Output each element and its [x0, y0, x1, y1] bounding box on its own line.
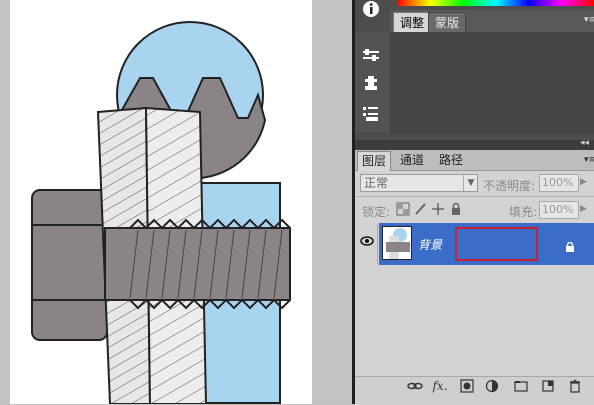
- color-spectrum[interactable]: [397, 0, 594, 6]
- lock-image-icon[interactable]: [413, 202, 427, 216]
- fill-label: 填充:: [509, 205, 538, 219]
- lock-label: 锁定:: [362, 205, 391, 219]
- new-group-icon[interactable]: [512, 378, 530, 394]
- chevron-down-icon[interactable]: ▼: [463, 175, 478, 191]
- eye-icon: [360, 236, 374, 246]
- tab-paths[interactable]: 路径: [435, 151, 467, 170]
- info-button[interactable]: [356, 0, 386, 22]
- fill-input[interactable]: 100%: [539, 201, 579, 219]
- add-mask-icon[interactable]: [458, 378, 476, 394]
- tool-presets-icon[interactable]: [360, 104, 382, 124]
- link-layers-icon[interactable]: [406, 378, 424, 394]
- divider: [355, 196, 594, 197]
- new-layer-icon[interactable]: [539, 378, 557, 394]
- lock-all-icon[interactable]: [449, 202, 463, 216]
- panel-collapse-bar[interactable]: [355, 140, 594, 150]
- clone-source-icon[interactable]: [360, 74, 382, 94]
- blend-mode-select[interactable]: 正常: [360, 174, 478, 192]
- document-image[interactable]: [10, 0, 312, 404]
- adjustment-layer-icon[interactable]: [483, 378, 501, 394]
- fill-dropdown-icon[interactable]: ▶: [580, 204, 587, 214]
- tab-masks[interactable]: 蒙版: [428, 12, 467, 33]
- layers-menu-icon[interactable]: ▾≡: [584, 155, 594, 165]
- visibility-toggle[interactable]: [357, 224, 378, 264]
- info-icon: [363, 1, 379, 17]
- lock-position-icon[interactable]: [431, 202, 445, 216]
- trash-icon[interactable]: [566, 378, 584, 394]
- opacity-input[interactable]: 100%: [539, 174, 579, 192]
- lock-transparent-icon[interactable]: [396, 202, 410, 216]
- tab-adjustments[interactable]: 调整: [393, 12, 432, 33]
- collapse-icon[interactable]: ◂◂: [580, 138, 589, 148]
- adjustments-panel-body: [390, 32, 594, 134]
- fx-icon[interactable]: fx.: [431, 378, 449, 394]
- layer-thumbnail[interactable]: [382, 226, 412, 260]
- layer-lock-icon: [565, 237, 575, 252]
- opacity-dropdown-icon[interactable]: ▶: [580, 177, 587, 187]
- brush-settings-icon[interactable]: [360, 46, 382, 66]
- panel-menu-icon[interactable]: ▾≡: [584, 15, 594, 27]
- highlight-box: [455, 227, 538, 261]
- layer-name[interactable]: 背景: [418, 236, 442, 253]
- opacity-label: 不透明度:: [483, 179, 536, 193]
- tab-layers[interactable]: 图层: [357, 151, 392, 171]
- bolt-illustration: [31, 21, 291, 404]
- tab-channels[interactable]: 通道: [396, 151, 428, 170]
